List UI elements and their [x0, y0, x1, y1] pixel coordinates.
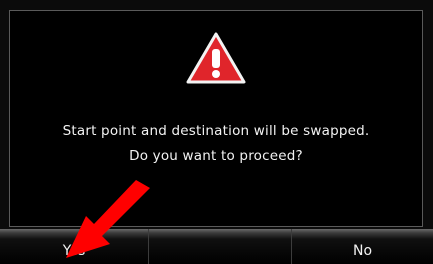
no-button-label: No — [352, 243, 373, 259]
empty-button[interactable] — [148, 229, 292, 264]
warning-icon — [186, 32, 246, 84]
dialog-message-line-2: Do you want to proceed? — [129, 148, 303, 164]
annotation-arrow-icon — [66, 180, 150, 258]
dialog-message-line-1: Start point and destination will be swap… — [62, 123, 370, 139]
no-button[interactable]: No — [292, 229, 433, 264]
